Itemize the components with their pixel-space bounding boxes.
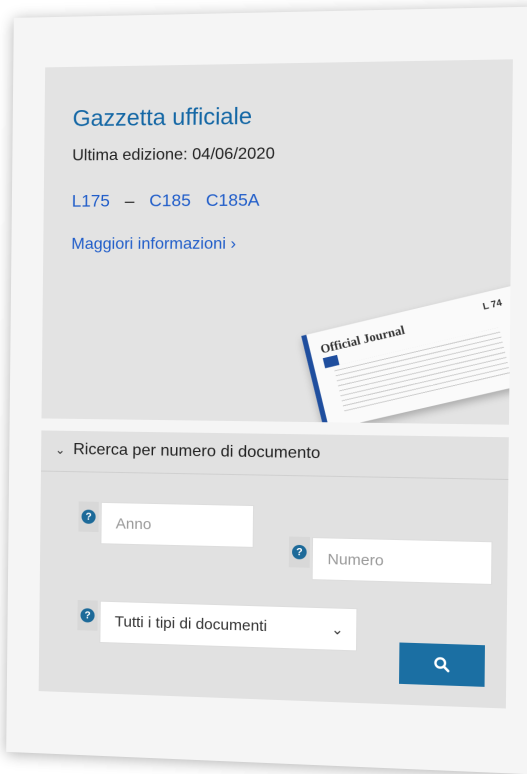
search-section-title: Ricerca per numero di documento bbox=[73, 440, 321, 463]
link-c185a[interactable]: C185A bbox=[206, 190, 260, 211]
chevron-down-icon[interactable]: ⌄ bbox=[55, 443, 65, 457]
year-help-icon[interactable]: ? bbox=[78, 501, 99, 533]
edition-links: L175 – C185 C185A bbox=[72, 190, 260, 211]
more-info-link[interactable]: Maggiori informazioni › bbox=[71, 235, 236, 254]
link-c185[interactable]: C185 bbox=[149, 191, 191, 212]
thumbnail-code: L 74 bbox=[481, 297, 503, 312]
number-input[interactable] bbox=[311, 537, 493, 586]
latest-edition-text: Ultima edizione: 04/06/2020 bbox=[72, 145, 275, 165]
panel-title: Gazzetta ufficiale bbox=[72, 102, 253, 132]
doc-type-selected-value: Tutti i tipi di documenti bbox=[114, 613, 268, 636]
links-separator: – bbox=[124, 191, 135, 211]
official-journal-panel: Gazzetta ufficiale Ultima edizione: 04/0… bbox=[41, 59, 513, 425]
doc-type-help-icon[interactable]: ? bbox=[77, 599, 98, 631]
magnifier-icon bbox=[433, 656, 450, 673]
search-section-header[interactable]: ⌄ Ricerca per numero di documento bbox=[40, 430, 509, 481]
link-l175[interactable]: L175 bbox=[72, 191, 110, 211]
gazette-card: Gazzetta ufficiale Ultima edizione: 04/0… bbox=[6, 6, 527, 774]
document-number-search-panel: ⌄ Ricerca per numero di documento ? ? ? … bbox=[38, 430, 509, 709]
search-button[interactable] bbox=[399, 642, 485, 687]
official-journal-thumbnail: Official Journal L 74 bbox=[301, 285, 513, 425]
number-help-icon[interactable]: ? bbox=[288, 536, 310, 568]
doc-type-select[interactable]: Tutti i tipi di documenti ⌄ bbox=[99, 600, 358, 652]
chevron-down-icon: ⌄ bbox=[331, 620, 344, 638]
year-input[interactable] bbox=[100, 501, 255, 548]
